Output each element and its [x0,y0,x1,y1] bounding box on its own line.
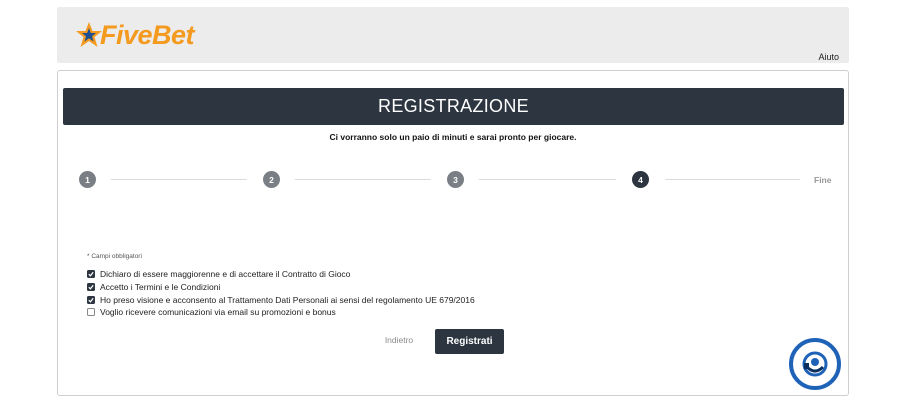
step-1: 1 [79,171,96,188]
checkbox-row[interactable]: Ho preso visione e acconsento al Trattam… [87,293,475,306]
checkbox-label: Accetto i Termini e le Condizioni [100,282,221,293]
support-chat-button[interactable] [789,338,841,390]
step-connector [665,179,800,180]
checkbox-unchecked[interactable] [87,308,95,317]
site-header: FiveBet Aiuto [57,7,849,63]
check-icon [88,297,94,303]
support-chat-icon [802,351,828,377]
fivebet-logo[interactable]: FiveBet [75,19,195,51]
check-icon [88,284,94,290]
checkbox-row[interactable]: Dichiaro di essere maggiorenne e di acce… [87,268,475,281]
logo-text: FiveBet [100,19,195,50]
checkbox-label: Ho preso visione e acconsento al Trattam… [100,294,475,305]
step-2: 2 [263,171,280,188]
checkbox-row[interactable]: Voglio ricevere comunicazioni via email … [87,306,475,319]
step-connector [295,179,431,180]
checkbox-checked[interactable] [87,295,95,304]
consent-checkboxes: Dichiaro di essere maggiorenne e di acce… [87,268,475,319]
registration-subtitle: Ci vorranno solo un paio di minuti e sar… [329,132,577,142]
checkbox-checked[interactable] [87,270,95,279]
registration-title: REGISTRAZIONE [63,88,844,125]
registration-card: REGISTRAZIONE Ci vorranno solo un paio d… [57,70,849,396]
step-3: 3 [447,171,464,188]
back-button[interactable]: Indietro [374,335,424,349]
checkbox-label: Voglio ricevere comunicazioni via email … [100,307,336,318]
step-end-label: Fine [814,175,832,185]
checkbox-checked[interactable] [87,283,95,292]
step-connector [111,179,247,180]
required-fields-note: * Campi obbligatori [87,253,142,260]
help-link[interactable]: Aiuto [818,52,839,62]
checkbox-label: Dichiaro di essere maggiorenne e di acce… [100,269,351,280]
star-logo-icon [76,22,102,47]
register-button[interactable]: Registrati [435,329,504,354]
step-progress: 1 2 3 4 Fine [58,171,848,189]
check-icon [88,272,94,278]
step-4: 4 [632,171,649,188]
step-connector [479,179,616,180]
checkbox-row[interactable]: Accetto i Termini e le Condizioni [87,281,475,294]
